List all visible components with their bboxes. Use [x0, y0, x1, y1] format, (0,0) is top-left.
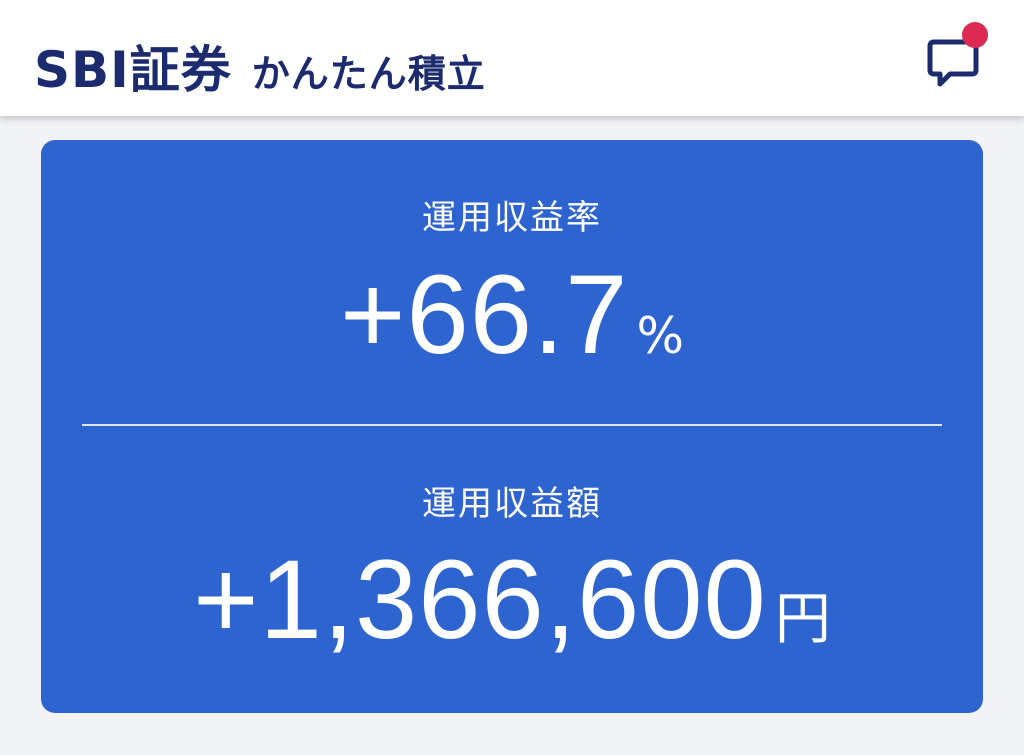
divider [82, 424, 942, 426]
returns-summary-card: 運用収益率 +66.7% 運用収益額 +1,366,600 円 [41, 140, 983, 713]
messages-button[interactable] [920, 22, 996, 98]
return-amount-label: 運用収益額 [422, 484, 602, 524]
notification-badge [962, 22, 988, 48]
return-rate-unit: % [636, 307, 684, 365]
return-rate-label: 運用収益率 [422, 198, 602, 238]
return-amount-unit: 円 [774, 587, 831, 652]
brand-name: SBI証券 [34, 41, 232, 99]
return-rate-value: +66.7% [41, 250, 983, 379]
service-name: かんたん積立 [251, 52, 486, 96]
brand-logo: SBI証券 かんたん積立 [34, 30, 486, 99]
return-amount-number: +1,366,600 [193, 537, 767, 662]
return-rate-number: +66.7 [340, 252, 629, 377]
return-amount-value: +1,366,600 円 [41, 535, 983, 664]
app-header: SBI証券 かんたん積立 [0, 0, 1024, 116]
